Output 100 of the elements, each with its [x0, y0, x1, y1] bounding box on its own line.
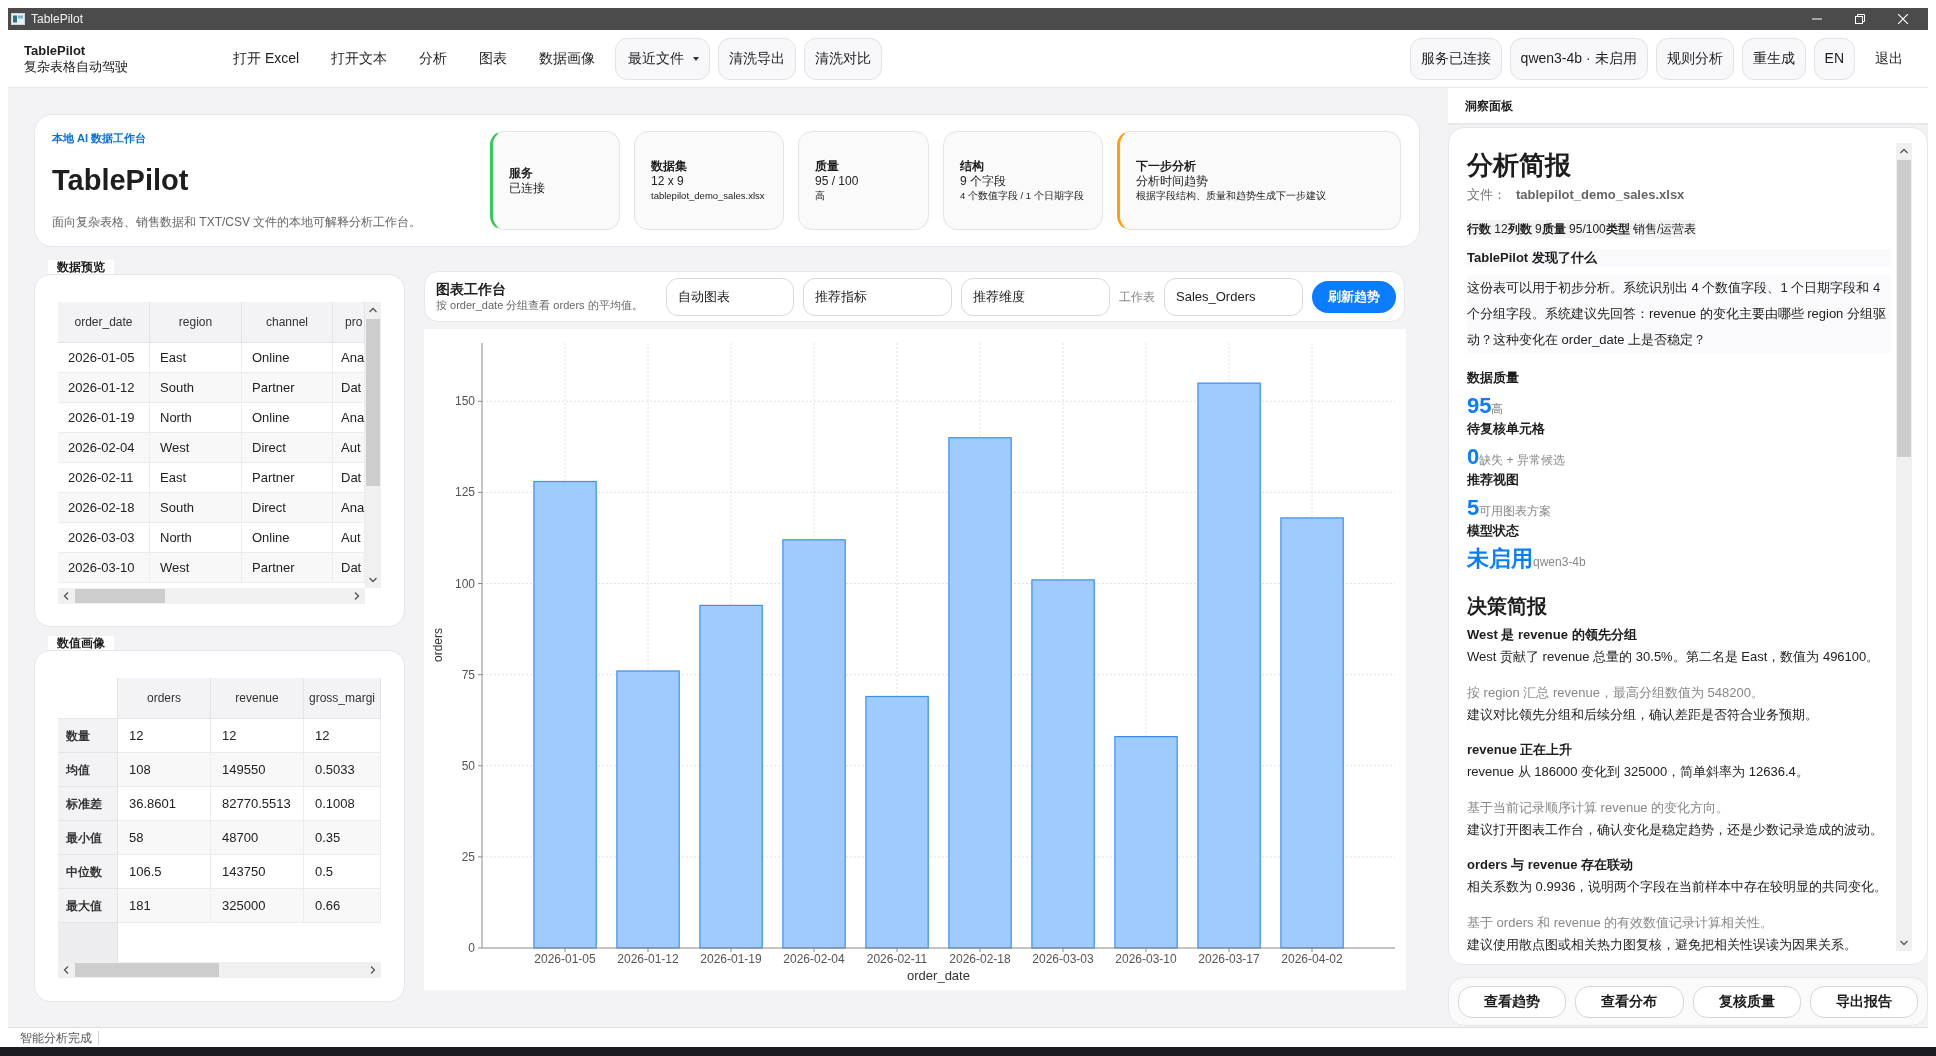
metric-value: 5: [1467, 494, 1480, 522]
y-tick-label: 50: [461, 758, 475, 773]
menu-item[interactable]: 分析: [407, 37, 460, 80]
card-detail: 4 个数值字段 / 1 个日期字段: [960, 189, 1085, 202]
row-header: 中位数: [58, 855, 118, 889]
card-value: 95 / 100: [815, 174, 860, 189]
row-header: 最大值: [58, 889, 118, 923]
y-tick-label: 25: [461, 849, 475, 864]
y-tick-label: 150: [454, 394, 475, 409]
card-value: 已连接: [509, 180, 546, 196]
empty-row-header: [58, 923, 118, 962]
card-value: 分析时间趋势: [1136, 174, 1209, 189]
eyebrow-text: 本地 AI 数据工作台: [52, 131, 148, 145]
decision-advice: 建议对比领先分组和后续分组，确认差距是否符合业务预期。: [1467, 706, 1819, 724]
app-name: TablePilot: [24, 42, 87, 59]
file-label: 文件：: [1467, 187, 1506, 203]
card-title: 下一步分析: [1136, 159, 1197, 174]
decision-title: revenue 正在上升: [1467, 741, 1574, 759]
card-value: 9 个字段: [960, 174, 1007, 189]
close-icon[interactable]: [1898, 14, 1908, 24]
metric-note: qwen3-4b: [1533, 555, 1586, 570]
action-button[interactable]: 导出报告: [1809, 985, 1918, 1018]
window-title: TablePilot: [31, 11, 84, 28]
app-icon: [11, 13, 25, 25]
menu-button[interactable]: 清洗对比: [804, 37, 883, 80]
vertical-scrollbar[interactable]: [365, 302, 381, 588]
table-cell: 0.66: [304, 889, 381, 923]
chart-type-field[interactable]: 自动图表: [666, 277, 794, 316]
panel-title: 数据预览: [48, 260, 114, 274]
y-axis-title: orders: [431, 628, 445, 662]
horizontal-scrollbar[interactable]: [58, 962, 381, 978]
restore-icon[interactable]: [1855, 14, 1865, 24]
decision-finding: revenue 从 186000 变化到 325000，简单斜率为 12636.4。: [1467, 763, 1810, 781]
action-button[interactable]: 查看趋势: [1458, 985, 1567, 1018]
metric-note: 缺失 + 异常候选: [1479, 453, 1565, 468]
card-detail: 根据字段结构、质量和趋势生成下一步建议: [1136, 189, 1327, 202]
menu-button[interactable]: EN: [1813, 37, 1855, 80]
menu-item[interactable]: 打开文本: [319, 37, 400, 80]
x-tick-label: 2026-01-12: [617, 952, 679, 966]
refresh-button[interactable]: 刷新趋势: [1312, 280, 1396, 313]
decision-finding: West 贡献了 revenue 总量的 30.5%。第二名是 East，数值为 496100。: [1467, 648, 1881, 666]
table-cell: 181: [118, 889, 211, 923]
app-subtitle: 复杂表格自动驾驶: [24, 58, 129, 75]
dropdown-button[interactable]: 最近文件: [615, 37, 711, 80]
decision-basis: 基于当前记录顺序计算 revenue 的变化方向。: [1467, 799, 1731, 817]
menu-item[interactable]: 图表: [467, 37, 520, 80]
page-subtitle: 面向复杂表格、销售数据和 TXT/CSV 文件的本地可解释分析工作台。: [52, 214, 423, 230]
vertical-scrollbar[interactable]: [1896, 143, 1912, 951]
x-tick-label: 2026-03-10: [1115, 952, 1177, 966]
sheet-field[interactable]: Sales_Orders: [1164, 277, 1303, 316]
action-button[interactable]: 复核质量: [1692, 985, 1801, 1018]
menu-button[interactable]: 清洗导出: [718, 37, 797, 80]
menu-item[interactable]: 退出: [1863, 37, 1915, 80]
report-heading: 分析简报: [1467, 149, 1572, 181]
metric-label: 待复核单元格: [1467, 420, 1546, 438]
panel-title: 洞察面板: [1465, 97, 1513, 115]
x-axis-title: order_date: [907, 968, 970, 983]
row-header: 标准差: [58, 787, 118, 821]
x-tick-label: 2026-02-18: [949, 952, 1011, 966]
x-tick-label: 2026-01-19: [700, 952, 762, 966]
decision-title: orders 与 revenue 存在联动: [1467, 856, 1635, 874]
card-title: 数据集: [651, 159, 688, 174]
dimension-field[interactable]: 推荐维度: [961, 277, 1110, 316]
menu-button[interactable]: qwen3-4b · 未启用: [1509, 37, 1648, 80]
card-detail: 高: [815, 189, 826, 202]
x-tick-label: 2026-03-03: [1032, 952, 1094, 966]
card-value: 12 x 9: [651, 174, 685, 189]
table-cell: West: [150, 553, 242, 583]
menu-button[interactable]: 服务已连接: [1409, 37, 1502, 80]
menu-item[interactable]: 打开 Excel: [221, 37, 312, 80]
decision-title: West 是 revenue 的领先分组: [1467, 626, 1638, 644]
caret-icon: [693, 56, 700, 61]
column-header: revenue: [211, 678, 304, 719]
y-tick-label: 125: [454, 485, 475, 500]
metric-label: 模型状态: [1467, 522, 1520, 540]
card-title: 质量: [815, 159, 840, 174]
file-name: tablepilot_demo_sales.xlsx: [1516, 187, 1685, 203]
discovery-text: 这份表可以用于初步分析。系统识别出 4 个数值字段、1 个日期字段和 4 个分组字段。系统建议先回答：revenue 的变化主要由哪些 region 分组驱动？这种变化在 order_date 上是否稳定？: [1467, 275, 1891, 353]
metric-label: 推荐视图: [1467, 471, 1520, 489]
x-tick-label: 2026-02-11: [866, 952, 928, 966]
menu-button[interactable]: 重生成: [1741, 37, 1806, 80]
column-header: orders: [118, 678, 211, 719]
status-text: 智能分析完成: [20, 1029, 92, 1046]
metric-field[interactable]: 推荐指标: [803, 277, 952, 316]
y-tick-label: 100: [454, 576, 475, 591]
card-detail: tablepilot_demo_sales.xlsx: [651, 189, 766, 202]
decision-finding: 相关系数为 0.9936，说明两个字段在当前样本中存在较明显的共同变化。: [1467, 878, 1889, 896]
metric-note: 可用图表方案: [1479, 504, 1552, 519]
panel-title: 数值画像: [48, 636, 114, 650]
row-header: 最小值: [58, 821, 118, 855]
metric-value: 95: [1467, 392, 1492, 420]
menu-item[interactable]: 数据画像: [527, 37, 608, 80]
x-tick-label: 2026-02-04: [783, 952, 845, 966]
card-title: 结构: [960, 159, 985, 174]
action-button[interactable]: 查看分布: [1575, 985, 1684, 1018]
table-cell: 325000: [211, 889, 304, 923]
column-header: gross_margi: [304, 678, 381, 719]
page-title: TablePilot: [52, 163, 190, 197]
horizontal-scrollbar[interactable]: [58, 588, 365, 604]
menu-button[interactable]: 规则分析: [1655, 37, 1734, 80]
